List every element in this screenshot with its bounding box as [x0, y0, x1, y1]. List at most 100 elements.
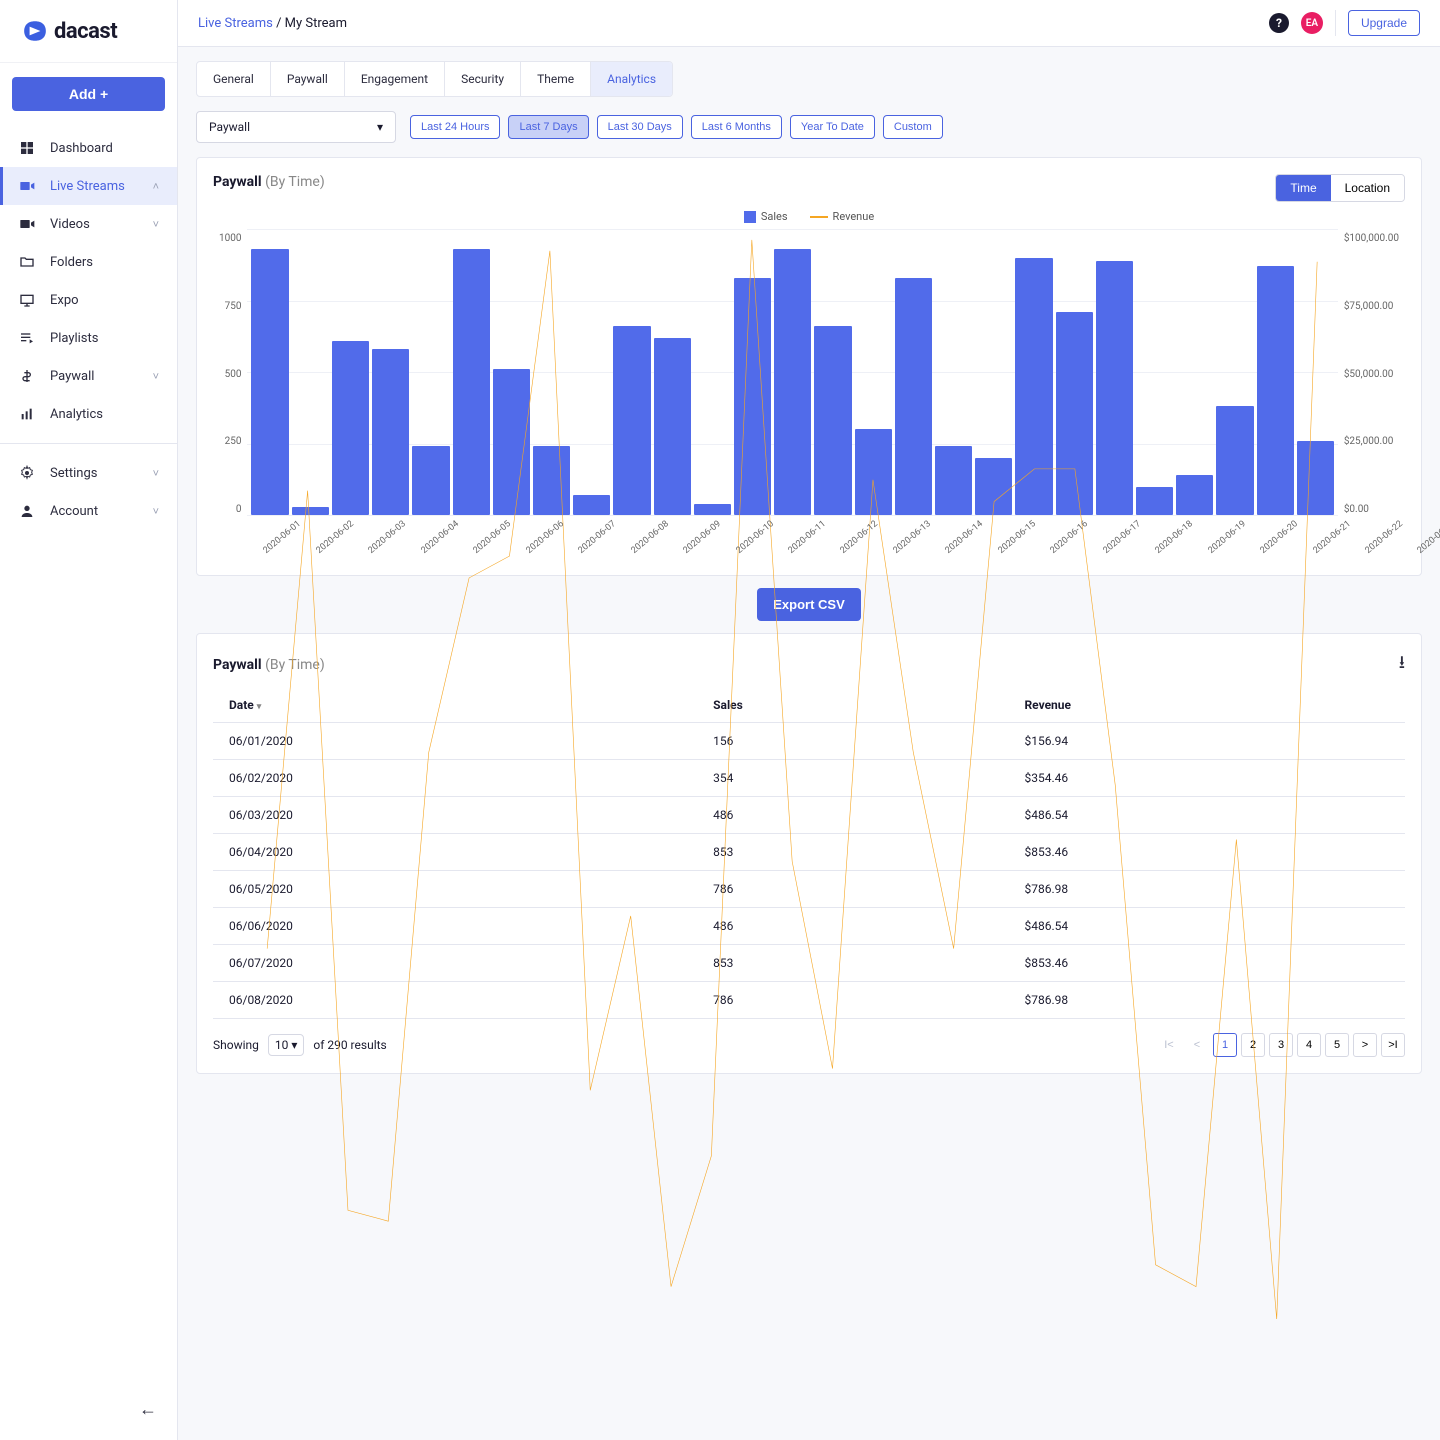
bar: [1176, 475, 1213, 515]
col-date[interactable]: Date▾: [213, 688, 697, 723]
chart: 10007505002500 2020-06-012020-06-022020-…: [213, 229, 1405, 559]
page-5[interactable]: 5: [1325, 1033, 1349, 1057]
chevron-icon: ˅: [153, 218, 159, 231]
tabs: GeneralPaywallEngagementSecurityThemeAna…: [196, 61, 673, 97]
sidebar-item-analytics[interactable]: Analytics: [0, 395, 177, 433]
toggle-location[interactable]: Location: [1331, 175, 1404, 201]
col-sales[interactable]: Sales: [697, 688, 1008, 723]
table-row: 06/07/2020853$853.46: [213, 945, 1405, 982]
chart-legend: Sales Revenue: [213, 210, 1405, 223]
page-2[interactable]: 2: [1241, 1033, 1265, 1057]
sidebar-item-settings[interactable]: Settings˅: [0, 454, 177, 492]
bar: [292, 507, 329, 516]
help-icon[interactable]: ?: [1269, 13, 1289, 33]
tab-paywall[interactable]: Paywall: [271, 62, 345, 96]
chevron-icon: ˄: [153, 180, 159, 193]
bar: [855, 429, 892, 515]
bar: [774, 249, 811, 515]
folder-icon: [18, 253, 36, 271]
table-row: 06/08/2020786$786.98: [213, 982, 1405, 1019]
rows-per-page[interactable]: 10 ▾: [268, 1034, 305, 1056]
playlist-icon: [18, 329, 36, 347]
tab-general[interactable]: General: [197, 62, 271, 96]
tab-theme[interactable]: Theme: [521, 62, 591, 96]
table-title: Paywall: [213, 657, 262, 673]
sidebar-item-expo[interactable]: Expo: [0, 281, 177, 319]
results-text: Showing 10 ▾ of 290 results: [213, 1038, 387, 1052]
gear-icon: [18, 464, 36, 482]
page-1[interactable]: 1: [1213, 1033, 1237, 1057]
logo[interactable]: dacast: [0, 0, 177, 63]
tab-analytics[interactable]: Analytics: [591, 62, 672, 96]
bar: [1257, 266, 1294, 515]
upgrade-button[interactable]: Upgrade: [1348, 10, 1420, 36]
bar: [814, 326, 851, 515]
range-last-6-months[interactable]: Last 6 Months: [691, 115, 782, 139]
card-subtitle: (By Time): [265, 174, 325, 190]
analytics-icon: [18, 405, 36, 423]
bar: [1096, 261, 1133, 516]
col-revenue[interactable]: Revenue: [1008, 688, 1405, 723]
table-row: 06/03/2020486$486.54: [213, 797, 1405, 834]
bar: [332, 341, 369, 515]
tab-security[interactable]: Security: [445, 62, 521, 96]
range-last-7-days[interactable]: Last 7 Days: [508, 115, 588, 139]
bar: [372, 349, 409, 515]
logo-icon: [22, 18, 48, 44]
dashboard-icon: [18, 139, 36, 157]
pager-prev[interactable]: <: [1185, 1033, 1209, 1057]
metric-select[interactable]: Paywall ▾: [196, 111, 396, 143]
sidebar-item-live-streams[interactable]: Live Streams˄: [0, 167, 177, 205]
pager-next[interactable]: >: [1353, 1033, 1377, 1057]
nav-divider: [0, 443, 177, 444]
bar: [734, 278, 771, 515]
user-icon: [18, 502, 36, 520]
table-row: 06/06/2020486$486.54: [213, 908, 1405, 945]
sort-icon: ▾: [257, 702, 262, 712]
bar: [493, 369, 530, 515]
bar: [1297, 441, 1334, 515]
brand-text: dacast: [54, 19, 117, 44]
bar: [1136, 487, 1173, 516]
collapse-sidebar-icon[interactable]: ←: [119, 1379, 177, 1440]
pager-last[interactable]: >I: [1381, 1033, 1405, 1057]
chevron-icon: ˅: [153, 505, 159, 518]
page-3[interactable]: 3: [1269, 1033, 1293, 1057]
sidebar-item-folders[interactable]: Folders: [0, 243, 177, 281]
avatar[interactable]: EA: [1301, 12, 1323, 34]
breadcrumb: Live Streams / My Stream: [198, 16, 347, 31]
toggle-time[interactable]: Time: [1276, 175, 1330, 201]
table-row: 06/05/2020786$786.98: [213, 871, 1405, 908]
table-row: 06/01/2020156$156.94: [213, 723, 1405, 760]
range-last-24-hours[interactable]: Last 24 Hours: [410, 115, 500, 139]
chevron-icon: ˅: [153, 467, 159, 480]
topbar: Live Streams / My Stream ? EA Upgrade: [178, 0, 1440, 47]
range-year-to-date[interactable]: Year To Date: [790, 115, 875, 139]
sidebar-item-dashboard[interactable]: Dashboard: [0, 129, 177, 167]
download-icon[interactable]: ⭳: [1399, 650, 1405, 680]
bar: [1216, 406, 1253, 515]
chevron-down-icon: ▾: [377, 120, 383, 134]
card-title: Paywall: [213, 174, 262, 190]
bar: [453, 249, 490, 515]
export-csv-button[interactable]: Export CSV: [757, 588, 861, 621]
sidebar-item-account[interactable]: Account˅: [0, 492, 177, 530]
bar: [895, 278, 932, 515]
sidebar-item-videos[interactable]: Videos˅: [0, 205, 177, 243]
breadcrumb-page: My Stream: [285, 16, 347, 31]
video-icon: [18, 215, 36, 233]
bar: [613, 326, 650, 515]
bar: [935, 446, 972, 515]
pager-first[interactable]: I<: [1157, 1033, 1181, 1057]
page-4[interactable]: 4: [1297, 1033, 1321, 1057]
range-last-30-days[interactable]: Last 30 Days: [597, 115, 683, 139]
breadcrumb-section[interactable]: Live Streams: [198, 16, 273, 31]
add-button[interactable]: Add +: [12, 77, 165, 111]
view-toggle: Time Location: [1275, 174, 1405, 202]
range-custom[interactable]: Custom: [883, 115, 943, 139]
table-subtitle: (By Time): [265, 657, 325, 673]
tab-engagement[interactable]: Engagement: [345, 62, 445, 96]
sidebar-item-paywall[interactable]: Paywall˅: [0, 357, 177, 395]
sidebar-item-playlists[interactable]: Playlists: [0, 319, 177, 357]
table-row: 06/04/2020853$853.46: [213, 834, 1405, 871]
